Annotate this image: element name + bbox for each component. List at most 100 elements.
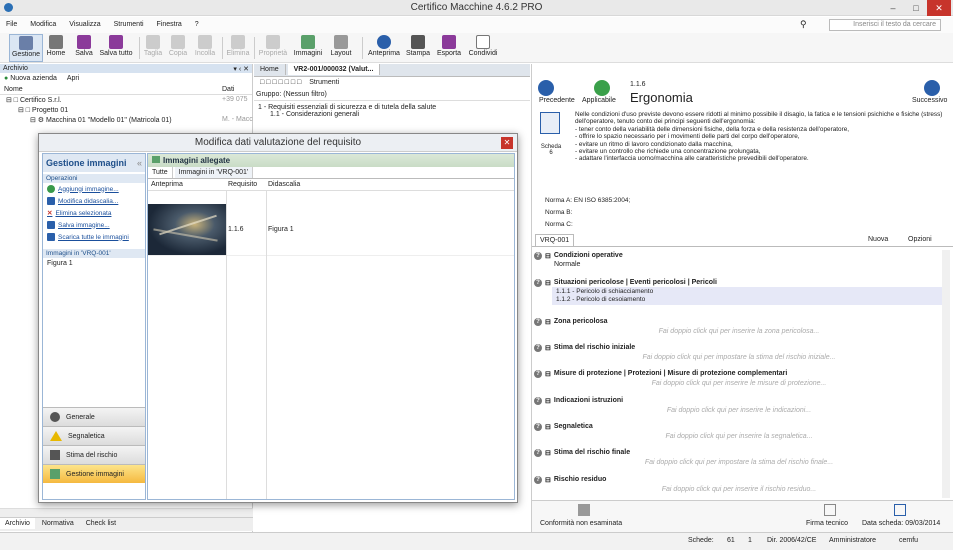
tab-checklist[interactable]: Check list xyxy=(81,518,121,529)
sections-list: ? ⊟ Condizioni operative Normale ? ⊟ Situaz… xyxy=(532,249,944,499)
delete-selected-link[interactable]: ✕ Elimina selezionata xyxy=(43,207,145,219)
help-icon: ? xyxy=(534,422,542,431)
tab-document[interactable]: VR2-001/000032 (Valut... xyxy=(287,64,381,75)
minimize-icon[interactable]: – xyxy=(883,0,903,16)
nav-segnaletica[interactable]: Segnaletica xyxy=(43,426,145,445)
grid-icon xyxy=(19,36,33,50)
layout-icon xyxy=(334,35,348,49)
scheda-icon xyxy=(540,112,560,134)
new-company-button[interactable]: Nuova azienda xyxy=(10,75,57,82)
toolbar: Gestione Home Salva Salva tutto Taglia C… xyxy=(0,33,953,63)
paste-button[interactable]: Incolla xyxy=(192,34,218,62)
save-all-button[interactable]: Salva tutto xyxy=(97,34,135,62)
export-button[interactable]: Esporta xyxy=(434,34,464,62)
status-user[interactable]: Amministratore xyxy=(829,537,876,544)
menu-strumenti[interactable]: Strumenti xyxy=(108,17,149,28)
document-tabs: Home VR2-001/000032 (Valut... xyxy=(254,64,530,77)
tab-images-vrq[interactable]: Immagini in 'VRQ-001' xyxy=(174,167,254,178)
nav-image-management[interactable]: Gestione immagini xyxy=(43,464,145,483)
tab-all[interactable]: Tutte xyxy=(148,167,173,178)
help-icon: ? xyxy=(534,396,542,405)
requirement-title: Ergonomia xyxy=(630,90,693,105)
delete-button[interactable]: Elimina xyxy=(225,34,251,62)
share-button[interactable]: Condividi xyxy=(466,34,500,62)
toolbar-separator xyxy=(139,37,140,59)
tree-item-req1[interactable]: 1 - Requisiti essenziali di sicurezza e … xyxy=(258,104,526,111)
menu-finestra[interactable]: Finestra xyxy=(151,17,187,28)
tree-item-company[interactable]: ⊟ □ Certifico S.r.l. +39 075 xyxy=(2,96,250,106)
group-filter[interactable]: Gruppo: (Nessun filtro) xyxy=(254,90,530,101)
horizontal-scrollbar[interactable] xyxy=(0,508,253,517)
tree-item-req11[interactable]: 1.1 - Considerazioni generali xyxy=(258,111,526,118)
title-bar: Certifico Macchine 4.6.2 PRO – □ ✕ xyxy=(0,0,953,16)
menu-help[interactable]: ? xyxy=(189,17,204,28)
tab-vrq-001[interactable]: VRQ-001 xyxy=(535,234,575,246)
dialog-titlebar: Modifica dati valutazione del requisito ✕ xyxy=(39,134,517,152)
save-image-link[interactable]: Salva immagine... xyxy=(43,219,145,231)
sign-button[interactable]: Firma tecnico xyxy=(806,520,848,527)
search-icon[interactable]: ⚲ xyxy=(800,19,807,30)
properties-icon xyxy=(266,35,280,49)
status-account[interactable]: cemfu xyxy=(899,537,918,544)
section-instructions[interactable]: ? ⊟ Indicazioni istruzioni Fai doppio clic… xyxy=(534,396,944,414)
add-image-link[interactable]: Aggiungi immagine... xyxy=(43,183,145,195)
section-final-risk[interactable]: ? ⊟ Stima del rischio finale Fai doppio cl… xyxy=(534,448,944,466)
options-button[interactable]: Opzioni xyxy=(908,236,932,243)
check-icon[interactable] xyxy=(594,80,610,96)
menu-file[interactable]: File xyxy=(0,17,22,28)
applicable-button[interactable]: Applicabile xyxy=(582,97,616,104)
image-list-item[interactable]: Figura 1 xyxy=(43,258,145,269)
open-button[interactable]: Apri xyxy=(67,75,79,82)
section-danger-zone[interactable]: ? ⊟ Zona pericolosa Fai doppio click qui p… xyxy=(534,317,944,335)
vertical-scrollbar[interactable] xyxy=(942,250,950,498)
images-button[interactable]: Immagini xyxy=(291,34,325,62)
close-icon[interactable]: ✕ xyxy=(501,137,513,149)
close-icon[interactable]: ✕ xyxy=(927,0,951,16)
print-button[interactable]: Stampa xyxy=(404,34,432,62)
add-icon: ● xyxy=(4,75,9,82)
collapse-icon[interactable]: « xyxy=(137,158,142,168)
date-button[interactable]: Data scheda: 09/03/2014 xyxy=(862,520,940,527)
preview-button[interactable]: Anteprima xyxy=(366,34,402,62)
tab-normativa[interactable]: Normativa xyxy=(37,518,79,529)
prev-icon[interactable] xyxy=(538,80,554,96)
section-residual-risk[interactable]: ? ⊟ Rischio residuo Fai doppio click qui p… xyxy=(534,475,944,493)
copy-button[interactable]: Copia xyxy=(167,34,189,62)
new-button[interactable]: Nuova xyxy=(868,236,888,243)
section-hazards[interactable]: ? ⊟ Situazioni pericolose | Eventi perico… xyxy=(534,278,944,305)
section-signage[interactable]: ? ⊟ Segnaletica Fai doppio click qui per i… xyxy=(534,422,944,440)
cut-button[interactable]: Taglia xyxy=(142,34,164,62)
sheet-tab-row: VRQ-001 Nuova Opzioni xyxy=(532,234,953,247)
section-initial-risk[interactable]: ? ⊟ Stima del rischio iniziale Fai doppio … xyxy=(534,343,944,361)
nav-generale[interactable]: Generale xyxy=(43,407,145,426)
maximize-icon[interactable]: □ xyxy=(906,0,926,16)
next-button[interactable]: Successivo xyxy=(912,97,947,104)
toolbar-icons[interactable]: □ □ □ □ □ □ □ xyxy=(260,79,301,86)
gestione-button[interactable]: Gestione xyxy=(9,34,43,62)
section-operating-conditions[interactable]: ? ⊟ Condizioni operative Normale xyxy=(534,251,944,268)
prev-button[interactable]: Precedente xyxy=(539,97,575,104)
menu-modifica[interactable]: Modifica xyxy=(24,17,61,28)
gear-icon xyxy=(50,412,60,422)
section-protection[interactable]: ? ⊟ Misure di protezione | Protezioni | M… xyxy=(534,369,944,387)
home-button[interactable]: Home xyxy=(44,34,68,62)
search-input[interactable]: Inserisci il testo da cercare xyxy=(829,19,941,31)
tree-item-machine[interactable]: ⊟ ⚙ Macchina 01 "Modello 01" (Matricola … xyxy=(2,116,253,126)
save-button[interactable]: Salva xyxy=(73,34,95,62)
tree-item-project[interactable]: ⊟ □ Progetto 01 xyxy=(2,106,250,116)
edit-caption-link[interactable]: Modifica didascalia... xyxy=(43,195,145,207)
download-all-link[interactable]: Scarica tutte le immagini xyxy=(43,231,145,243)
image-row[interactable]: 1.1.6 Figura 1 xyxy=(148,204,514,256)
layout-button[interactable]: Layout xyxy=(327,34,355,62)
nav-risk-estimate[interactable]: Stima del rischio xyxy=(43,445,145,464)
properties-button[interactable]: Proprietà xyxy=(257,34,289,62)
tab-home[interactable]: Home xyxy=(254,64,286,75)
conformity-button[interactable]: Conformità non esaminata xyxy=(540,520,622,527)
menu-visualizza[interactable]: Visualizza xyxy=(63,17,105,28)
help-icon: ? xyxy=(534,448,542,457)
next-icon[interactable] xyxy=(924,80,940,96)
tab-archivio[interactable]: Archivio xyxy=(0,518,35,529)
pin-icon[interactable]: ▾ ‹ ✕ xyxy=(233,65,249,73)
center-toolbar: □ □ □ □ □ □ □ Strumenti xyxy=(254,77,530,90)
tools-button[interactable]: Strumenti xyxy=(309,79,339,86)
